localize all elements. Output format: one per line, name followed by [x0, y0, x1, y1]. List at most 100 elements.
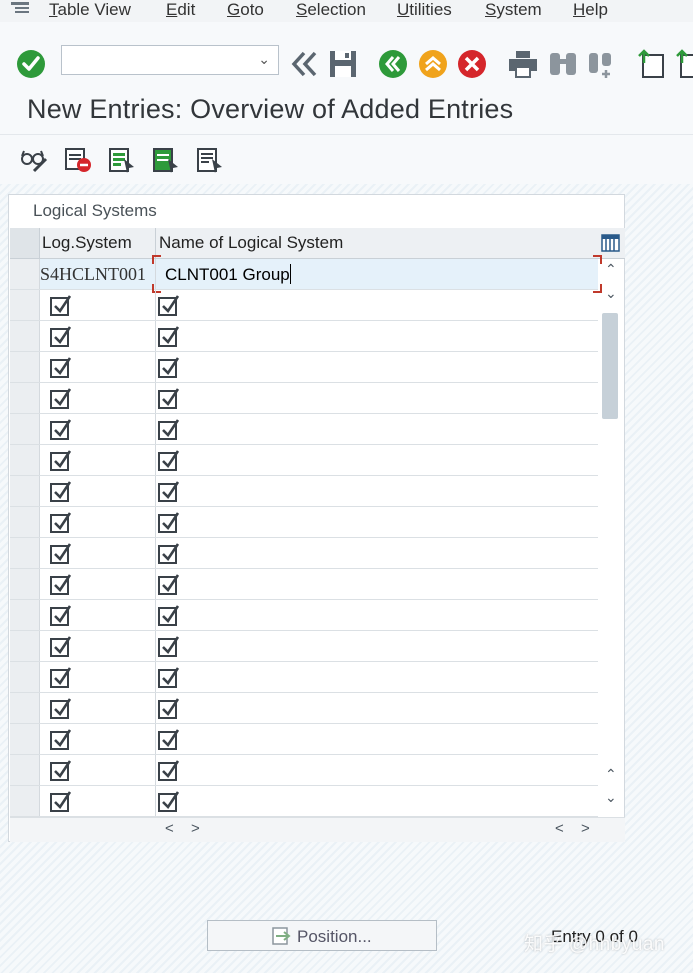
checkbox-icon[interactable]	[158, 449, 180, 471]
menu-selection[interactable]: Selection	[296, 0, 366, 20]
find-icon[interactable]	[547, 49, 579, 79]
name-cell[interactable]	[156, 569, 598, 599]
row-selector[interactable]	[10, 600, 40, 630]
scroll-up-icon[interactable]: ⌃	[605, 261, 617, 278]
row-selector[interactable]	[10, 290, 40, 320]
log-system-cell[interactable]	[40, 445, 156, 475]
name-input[interactable]: CLNT001 Group	[165, 264, 291, 285]
row-selector[interactable]	[10, 569, 40, 599]
log-system-cell[interactable]	[40, 569, 156, 599]
checkbox-icon[interactable]	[158, 728, 180, 750]
name-cell[interactable]	[156, 631, 598, 661]
log-system-cell[interactable]	[40, 476, 156, 506]
table-settings-icon[interactable]	[601, 234, 620, 252]
column-divider[interactable]	[155, 228, 156, 258]
back-icon[interactable]	[378, 49, 408, 79]
checkbox-icon[interactable]	[50, 387, 72, 409]
checkbox-icon[interactable]	[50, 604, 72, 626]
log-system-cell[interactable]: S4HCLNT001	[40, 259, 156, 289]
menu-goto[interactable]: Goto	[227, 0, 264, 20]
log-system-cell[interactable]	[40, 321, 156, 351]
row-selector[interactable]	[10, 755, 40, 785]
checkbox-icon[interactable]	[158, 480, 180, 502]
log-system-cell[interactable]	[40, 755, 156, 785]
checkbox-icon[interactable]	[158, 511, 180, 533]
row-selector[interactable]	[10, 414, 40, 444]
delete-entry-icon[interactable]	[64, 147, 92, 173]
checkbox-icon[interactable]	[158, 759, 180, 781]
checkbox-icon[interactable]	[158, 790, 180, 812]
find-next-icon[interactable]	[586, 49, 616, 79]
command-field[interactable]: ⌄	[61, 45, 279, 75]
checkbox-icon[interactable]	[50, 697, 72, 719]
row-selector[interactable]	[10, 662, 40, 692]
checkbox-icon[interactable]	[50, 294, 72, 316]
checkbox-icon[interactable]	[50, 480, 72, 502]
row-selector[interactable]	[10, 538, 40, 568]
checkbox-icon[interactable]	[50, 635, 72, 657]
log-system-cell[interactable]	[40, 414, 156, 444]
log-system-cell[interactable]	[40, 631, 156, 661]
log-system-cell[interactable]	[40, 724, 156, 754]
checkbox-icon[interactable]	[50, 418, 72, 440]
checkbox-icon[interactable]	[50, 759, 72, 781]
menu-system[interactable]: System	[485, 0, 542, 20]
checkbox-icon[interactable]	[158, 604, 180, 626]
log-system-cell[interactable]	[40, 662, 156, 692]
checkbox-icon[interactable]	[50, 542, 72, 564]
scrollbar-thumb[interactable]	[602, 313, 618, 419]
position-button[interactable]: Position...	[207, 920, 437, 951]
row-selector[interactable]	[10, 476, 40, 506]
scroll-up-icon[interactable]: ⌃	[605, 766, 617, 783]
menu-help[interactable]: Help	[573, 0, 608, 20]
checkbox-icon[interactable]	[50, 666, 72, 688]
checkbox-icon[interactable]	[50, 325, 72, 347]
checkbox-icon[interactable]	[50, 449, 72, 471]
checkbox-icon[interactable]	[158, 387, 180, 409]
checkbox-icon[interactable]	[50, 728, 72, 750]
name-cell[interactable]	[156, 290, 598, 320]
column-header-log-system[interactable]: Log.System	[42, 233, 132, 253]
name-cell[interactable]	[156, 352, 598, 382]
chevron-down-icon[interactable]: ⌄	[258, 51, 270, 68]
enter-icon[interactable]	[16, 49, 46, 79]
log-system-cell[interactable]	[40, 538, 156, 568]
horizontal-scrollbar[interactable]: < > < >	[10, 817, 625, 842]
select-all-icon[interactable]	[108, 147, 136, 173]
row-selector[interactable]	[10, 693, 40, 723]
log-system-cell[interactable]	[40, 600, 156, 630]
name-cell[interactable]	[156, 414, 598, 444]
name-cell[interactable]	[156, 321, 598, 351]
log-system-cell[interactable]	[40, 352, 156, 382]
row-selector[interactable]	[10, 445, 40, 475]
back-double-icon[interactable]	[289, 49, 319, 79]
checkbox-icon[interactable]	[158, 635, 180, 657]
checkbox-icon[interactable]	[50, 573, 72, 595]
checkbox-icon[interactable]	[50, 790, 72, 812]
name-cell[interactable]	[156, 693, 598, 723]
first-page-icon[interactable]	[636, 49, 666, 79]
scroll-left-icon[interactable]: <	[555, 820, 564, 837]
cancel-icon[interactable]	[457, 49, 487, 79]
log-system-cell[interactable]	[40, 507, 156, 537]
menu-table-view[interactable]: Table View	[49, 0, 131, 20]
row-selector[interactable]	[10, 259, 40, 289]
checkbox-icon[interactable]	[50, 511, 72, 533]
name-cell[interactable]	[156, 786, 598, 816]
display-change-icon[interactable]	[20, 147, 48, 173]
checkbox-icon[interactable]	[158, 294, 180, 316]
name-cell[interactable]	[156, 476, 598, 506]
name-cell[interactable]	[156, 600, 598, 630]
row-selector[interactable]	[10, 786, 40, 816]
name-cell[interactable]: CLNT001 Group	[152, 255, 602, 293]
checkbox-icon[interactable]	[50, 356, 72, 378]
checkbox-icon[interactable]	[158, 418, 180, 440]
row-selector[interactable]	[10, 321, 40, 351]
checkbox-icon[interactable]	[158, 573, 180, 595]
menu-icon[interactable]	[11, 2, 31, 16]
row-selector[interactable]	[10, 383, 40, 413]
checkbox-icon[interactable]	[158, 697, 180, 719]
name-cell[interactable]	[156, 383, 598, 413]
name-cell[interactable]	[156, 507, 598, 537]
scroll-down-icon[interactable]: ⌄	[605, 285, 617, 302]
